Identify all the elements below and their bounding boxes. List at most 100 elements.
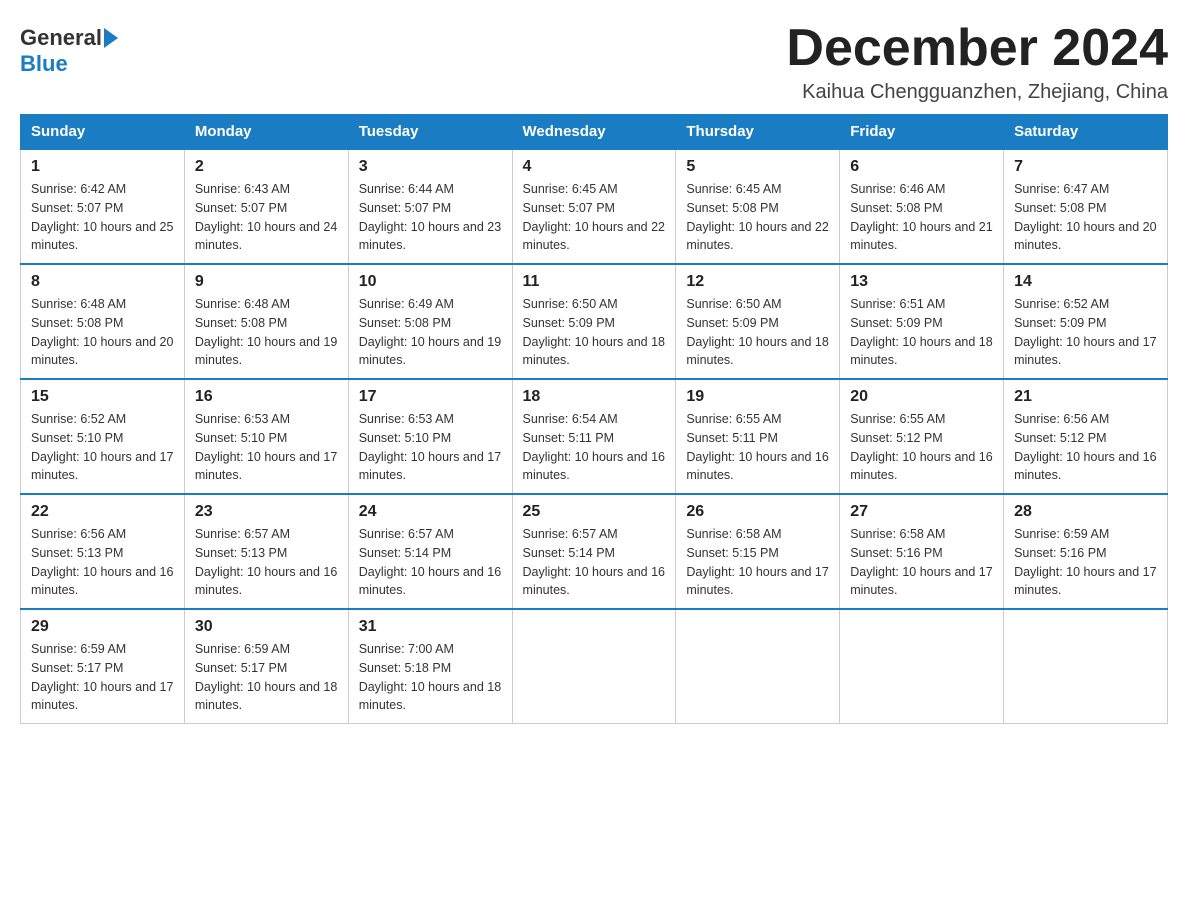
- title-block: December 2024 Kaihua Chengguanzhen, Zhej…: [786, 20, 1168, 104]
- day-number: 30: [195, 618, 338, 636]
- day-info: Sunrise: 6:53 AMSunset: 5:10 PMDaylight:…: [359, 410, 502, 485]
- header-cell-wednesday: Wednesday: [512, 115, 676, 150]
- day-info: Sunrise: 6:56 AMSunset: 5:12 PMDaylight:…: [1014, 410, 1157, 485]
- calendar-cell: 13 Sunrise: 6:51 AMSunset: 5:09 PMDayligh…: [840, 264, 1004, 379]
- day-number: 17: [359, 388, 502, 406]
- day-info: Sunrise: 6:59 AMSunset: 5:17 PMDaylight:…: [31, 640, 174, 715]
- day-info: Sunrise: 6:54 AMSunset: 5:11 PMDaylight:…: [523, 410, 666, 485]
- day-info: Sunrise: 6:58 AMSunset: 5:15 PMDaylight:…: [686, 525, 829, 600]
- day-info: Sunrise: 6:59 AMSunset: 5:16 PMDaylight:…: [1014, 525, 1157, 600]
- calendar-cell: 29 Sunrise: 6:59 AMSunset: 5:17 PMDayligh…: [21, 609, 185, 724]
- day-info: Sunrise: 6:58 AMSunset: 5:16 PMDaylight:…: [850, 525, 993, 600]
- header-row: SundayMondayTuesdayWednesdayThursdayFrid…: [21, 115, 1168, 150]
- calendar-cell: 4 Sunrise: 6:45 AMSunset: 5:07 PMDaylight…: [512, 149, 676, 264]
- day-number: 3: [359, 158, 502, 176]
- calendar-cell: 25Sunrise: 6:57 AMSunset: 5:14 PMDayligh…: [512, 494, 676, 609]
- day-number: 13: [850, 273, 993, 291]
- day-info: Sunrise: 6:57 AMSunset: 5:13 PMDaylight:…: [195, 525, 338, 600]
- week-row-3: 15 Sunrise: 6:52 AMSunset: 5:10 PMDayligh…: [21, 379, 1168, 494]
- day-info: Sunrise: 6:55 AMSunset: 5:11 PMDaylight:…: [686, 410, 829, 485]
- week-row-2: 8 Sunrise: 6:48 AMSunset: 5:08 PMDaylight…: [21, 264, 1168, 379]
- calendar-cell: 6 Sunrise: 6:46 AMSunset: 5:08 PMDaylight…: [840, 149, 1004, 264]
- header-cell-saturday: Saturday: [1004, 115, 1168, 150]
- day-info: Sunrise: 6:47 AMSunset: 5:08 PMDaylight:…: [1014, 180, 1157, 255]
- day-number: 24: [359, 503, 502, 521]
- day-number: 15: [31, 388, 174, 406]
- day-number: 11: [523, 273, 666, 291]
- day-number: 20: [850, 388, 993, 406]
- calendar-cell: 21 Sunrise: 6:56 AMSunset: 5:12 PMDayligh…: [1004, 379, 1168, 494]
- location-title: Kaihua Chengguanzhen, Zhejiang, China: [786, 81, 1168, 104]
- calendar-cell: [512, 609, 676, 724]
- calendar-cell: 28Sunrise: 6:59 AMSunset: 5:16 PMDayligh…: [1004, 494, 1168, 609]
- calendar-cell: [676, 609, 840, 724]
- day-number: 18: [523, 388, 666, 406]
- day-number: 21: [1014, 388, 1157, 406]
- calendar-table: SundayMondayTuesdayWednesdayThursdayFrid…: [20, 114, 1168, 724]
- day-number: 23: [195, 503, 338, 521]
- header-cell-friday: Friday: [840, 115, 1004, 150]
- day-number: 2: [195, 158, 338, 176]
- calendar-cell: 30 Sunrise: 6:59 AMSunset: 5:17 PMDayligh…: [184, 609, 348, 724]
- day-info: Sunrise: 6:53 AMSunset: 5:10 PMDaylight:…: [195, 410, 338, 485]
- calendar-cell: 16 Sunrise: 6:53 AMSunset: 5:10 PMDayligh…: [184, 379, 348, 494]
- calendar-cell: 19Sunrise: 6:55 AMSunset: 5:11 PMDayligh…: [676, 379, 840, 494]
- day-info: Sunrise: 6:52 AMSunset: 5:10 PMDaylight:…: [31, 410, 174, 485]
- calendar-cell: 8 Sunrise: 6:48 AMSunset: 5:08 PMDaylight…: [21, 264, 185, 379]
- day-number: 5: [686, 158, 829, 176]
- day-info: Sunrise: 6:50 AMSunset: 5:09 PMDaylight:…: [523, 295, 666, 370]
- day-number: 9: [195, 273, 338, 291]
- day-info: Sunrise: 6:49 AMSunset: 5:08 PMDaylight:…: [359, 295, 502, 370]
- header-cell-sunday: Sunday: [21, 115, 185, 150]
- calendar-cell: 15 Sunrise: 6:52 AMSunset: 5:10 PMDayligh…: [21, 379, 185, 494]
- calendar-cell: 31Sunrise: 7:00 AMSunset: 5:18 PMDayligh…: [348, 609, 512, 724]
- calendar-cell: 24Sunrise: 6:57 AMSunset: 5:14 PMDayligh…: [348, 494, 512, 609]
- day-info: Sunrise: 6:59 AMSunset: 5:17 PMDaylight:…: [195, 640, 338, 715]
- header-cell-thursday: Thursday: [676, 115, 840, 150]
- calendar-cell: 14 Sunrise: 6:52 AMSunset: 5:09 PMDayligh…: [1004, 264, 1168, 379]
- day-info: Sunrise: 6:46 AMSunset: 5:08 PMDaylight:…: [850, 180, 993, 255]
- week-row-5: 29 Sunrise: 6:59 AMSunset: 5:17 PMDayligh…: [21, 609, 1168, 724]
- calendar-cell: 9 Sunrise: 6:48 AMSunset: 5:08 PMDaylight…: [184, 264, 348, 379]
- header-cell-monday: Monday: [184, 115, 348, 150]
- day-number: 12: [686, 273, 829, 291]
- day-number: 14: [1014, 273, 1157, 291]
- day-info: Sunrise: 6:51 AMSunset: 5:09 PMDaylight:…: [850, 295, 993, 370]
- day-number: 7: [1014, 158, 1157, 176]
- day-info: Sunrise: 6:44 AMSunset: 5:07 PMDaylight:…: [359, 180, 502, 255]
- page-header: General Blue December 2024 Kaihua Chengg…: [20, 20, 1168, 104]
- day-info: Sunrise: 6:55 AMSunset: 5:12 PMDaylight:…: [850, 410, 993, 485]
- calendar-header: SundayMondayTuesdayWednesdayThursdayFrid…: [21, 115, 1168, 150]
- day-info: Sunrise: 6:52 AMSunset: 5:09 PMDaylight:…: [1014, 295, 1157, 370]
- week-row-1: 1Sunrise: 6:42 AMSunset: 5:07 PMDaylight…: [21, 149, 1168, 264]
- header-cell-tuesday: Tuesday: [348, 115, 512, 150]
- day-info: Sunrise: 6:57 AMSunset: 5:14 PMDaylight:…: [523, 525, 666, 600]
- day-number: 6: [850, 158, 993, 176]
- logo: General Blue: [20, 20, 120, 77]
- day-number: 4: [523, 158, 666, 176]
- day-info: Sunrise: 6:45 AMSunset: 5:07 PMDaylight:…: [523, 180, 666, 255]
- day-number: 29: [31, 618, 174, 636]
- calendar-cell: 27Sunrise: 6:58 AMSunset: 5:16 PMDayligh…: [840, 494, 1004, 609]
- calendar-cell: 1Sunrise: 6:42 AMSunset: 5:07 PMDaylight…: [21, 149, 185, 264]
- calendar-cell: 23 Sunrise: 6:57 AMSunset: 5:13 PMDayligh…: [184, 494, 348, 609]
- calendar-body: 1Sunrise: 6:42 AMSunset: 5:07 PMDaylight…: [21, 149, 1168, 724]
- day-info: Sunrise: 6:56 AMSunset: 5:13 PMDaylight:…: [31, 525, 174, 600]
- calendar-cell: [1004, 609, 1168, 724]
- logo-arrow-icon: [104, 28, 118, 48]
- calendar-cell: 18 Sunrise: 6:54 AMSunset: 5:11 PMDayligh…: [512, 379, 676, 494]
- logo-general-text: General: [20, 25, 102, 51]
- calendar-cell: 12 Sunrise: 6:50 AMSunset: 5:09 PMDayligh…: [676, 264, 840, 379]
- day-info: Sunrise: 6:50 AMSunset: 5:09 PMDaylight:…: [686, 295, 829, 370]
- day-info: Sunrise: 6:48 AMSunset: 5:08 PMDaylight:…: [31, 295, 174, 370]
- month-title: December 2024: [786, 20, 1168, 77]
- calendar-cell: 2 Sunrise: 6:43 AMSunset: 5:07 PMDaylight…: [184, 149, 348, 264]
- day-info: Sunrise: 6:48 AMSunset: 5:08 PMDaylight:…: [195, 295, 338, 370]
- day-number: 16: [195, 388, 338, 406]
- calendar-cell: 3 Sunrise: 6:44 AMSunset: 5:07 PMDaylight…: [348, 149, 512, 264]
- calendar-cell: [840, 609, 1004, 724]
- calendar-cell: 7 Sunrise: 6:47 AMSunset: 5:08 PMDaylight…: [1004, 149, 1168, 264]
- day-info: Sunrise: 6:43 AMSunset: 5:07 PMDaylight:…: [195, 180, 338, 255]
- day-number: 8: [31, 273, 174, 291]
- calendar-cell: 26Sunrise: 6:58 AMSunset: 5:15 PMDayligh…: [676, 494, 840, 609]
